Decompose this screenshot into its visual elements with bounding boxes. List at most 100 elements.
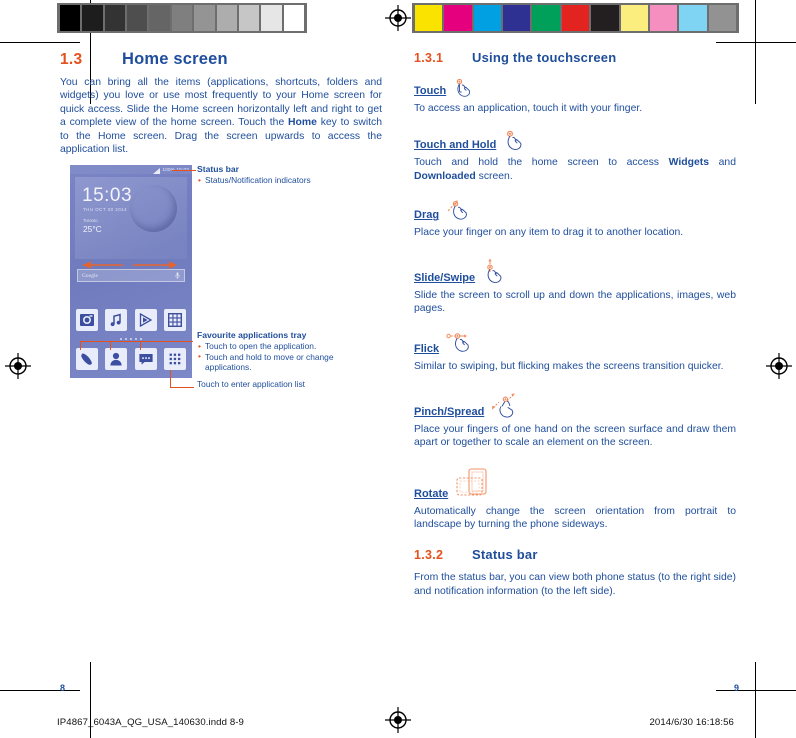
gray-swatch: [216, 5, 237, 31]
trim-line-top-right-vertical: [755, 0, 756, 104]
color-swatch: [620, 5, 648, 31]
gesture-slide-term: Slide/Swipe: [414, 271, 476, 284]
callout-favourite-tray-item-2: Touch and hold to move or change: [197, 351, 387, 363]
callout-favourite-tray-item-2-continued: applications.: [205, 362, 252, 373]
callout-favourite-tray-item-1: Touch to open the application.: [197, 341, 387, 352]
callout-leader-tray-tick-3: [140, 341, 141, 350]
gray-swatch: [104, 5, 126, 31]
messaging-icon[interactable]: [134, 348, 157, 370]
gesture-rotate-body: Automatically change the screen orientat…: [414, 505, 736, 532]
callout-favourite-tray-title: Favourite applications tray: [197, 330, 307, 340]
microphone-icon[interactable]: [175, 267, 180, 285]
widget-temperature: 25°C: [83, 224, 102, 234]
heading-1-3-1: 1.3.1 Using the touchscreen: [414, 50, 736, 65]
callout-favourite-tray: Favourite applications tray Touch to ope…: [197, 330, 387, 389]
color-swatch: [532, 5, 560, 31]
gesture-drag-body: Place your finger on any item to drag it…: [414, 226, 736, 239]
callout-leader-app-list-vertical: [170, 370, 171, 387]
callout-leader-status-bar: [172, 170, 196, 171]
camera-icon[interactable]: [76, 309, 98, 331]
color-swatch: [561, 5, 590, 31]
color-swatch: [679, 5, 707, 31]
gray-swatch: [283, 5, 304, 31]
color-swatch: [415, 5, 443, 31]
touch-hold-downloaded-keyword: Downloaded: [414, 170, 476, 182]
callout-status-bar: Status bar Status/Notification indicator…: [197, 164, 387, 186]
imprint-timestamp: 2014/6/30 16:18:56: [649, 717, 734, 728]
page-number-right: 9: [733, 683, 739, 693]
gesture-touch-term: Touch: [414, 85, 447, 97]
phone-screen: 100% 15:03 15:03 THU OCT 30 2014 Toronto…: [70, 165, 192, 378]
google-search-widget[interactable]: Google: [77, 269, 185, 282]
home-screen-page-indicator: [70, 338, 192, 340]
registration-mark-top-center: [385, 5, 411, 31]
horizontal-slide-arrows: [75, 257, 187, 269]
widget-city: Toronto: [83, 218, 98, 223]
touch-hand-icon: [453, 78, 479, 101]
phone-icon[interactable]: [76, 348, 98, 370]
home-screen-intro-paragraph: You can bring all the items (application…: [60, 76, 382, 156]
gesture-rotate-body-text: Automatically change the screen orientat…: [414, 505, 736, 531]
touch-hold-part-3: and: [708, 157, 736, 169]
color-swatch: [473, 5, 502, 31]
gesture-rotate-term: Rotate: [414, 487, 449, 500]
trim-line-left-horizontal: [0, 42, 80, 43]
registration-mark-left-middle: [5, 353, 31, 379]
grayscale-calibration-bar: [57, 3, 307, 33]
gesture-slide-body: Slide the screen to scroll up and down t…: [414, 289, 736, 316]
search-placeholder-text: Google: [82, 272, 98, 279]
heading-1-3-1-title: Using the touchscreen: [472, 50, 617, 65]
gesture-drag-heading: Drag: [414, 195, 736, 221]
gesture-rotate-heading: Rotate: [414, 466, 736, 500]
app-list-icon[interactable]: [163, 348, 186, 370]
gray-swatch: [261, 5, 282, 31]
flick-hand-icon: [446, 333, 480, 359]
heading-1-3-1-number: 1.3.1: [414, 51, 444, 65]
heading-1-3-title: Home screen: [122, 50, 228, 68]
registration-mark-bottom-center: [385, 707, 411, 733]
widget-date: THU OCT 30 2014: [83, 207, 128, 212]
touch-hold-widgets-keyword: Widgets: [668, 157, 709, 169]
heading-1-3-number: 1.3: [60, 51, 83, 68]
contacts-icon[interactable]: [105, 348, 128, 370]
gesture-slide-body-text: Slide the screen to scroll up and down t…: [414, 289, 736, 315]
trim-line-bottom-right-vertical: [755, 662, 756, 738]
gesture-flick-heading: Flick: [414, 329, 736, 355]
page-number-left: 8: [60, 683, 66, 693]
trim-line-right-horizontal: [716, 42, 796, 43]
color-swatch: [503, 5, 531, 31]
callout-status-bar-item: Status/Notification indicators: [197, 175, 387, 186]
callout-leader-app-list-horizontal: [170, 387, 194, 388]
clock-weather-widget[interactable]: 15:03 THU OCT 30 2014 Toronto 25°C: [75, 177, 187, 259]
heading-1-3-2-title: Status bar: [472, 547, 538, 563]
gesture-pinch-body: Place your fingers of one hand on the sc…: [414, 423, 736, 450]
gray-swatch: [238, 5, 260, 31]
left-page-column: 1.3 Home screen You can bring all the it…: [60, 50, 382, 165]
widget-clock: 15:03: [82, 185, 133, 206]
gesture-slide-heading: Slide/Swipe: [414, 254, 736, 284]
heading-1-3-2-number: 1.3.2: [414, 548, 444, 563]
home-screen-app-row: [76, 309, 186, 331]
callout-leader-tray-tick-1: [80, 341, 81, 350]
gesture-drag-term: Drag: [414, 209, 440, 222]
page-dot: [120, 338, 122, 340]
page-dot: [135, 338, 137, 340]
intro-home-keyword: Home: [288, 117, 317, 129]
color-swatch: [708, 5, 736, 31]
slide-hand-icon: [482, 258, 510, 288]
callout-app-list-text: Touch to enter application list: [197, 378, 306, 389]
play-store-icon[interactable]: [134, 309, 157, 331]
gesture-drag-body-text: Place your finger on any item to drag it…: [414, 227, 684, 239]
music-icon[interactable]: [105, 309, 128, 331]
touch-hold-part-5: screen.: [475, 170, 513, 182]
gesture-flick-term: Flick: [414, 343, 440, 356]
gray-swatch: [82, 5, 103, 31]
drag-hand-icon: [446, 199, 476, 225]
home-screen-phone-illustration: 100% 15:03 15:03 THU OCT 30 2014 Toronto…: [70, 165, 192, 378]
color-calibration-bar: [412, 3, 739, 33]
gray-swatch: [149, 5, 170, 31]
gallery-icon[interactable]: [163, 309, 186, 331]
right-page-column: 1.3.1 Using the touchscreen Touch To acc…: [414, 50, 736, 607]
gray-swatch: [194, 5, 215, 31]
gesture-touch-hold-body: Touch and hold the home screen to access…: [414, 156, 736, 183]
